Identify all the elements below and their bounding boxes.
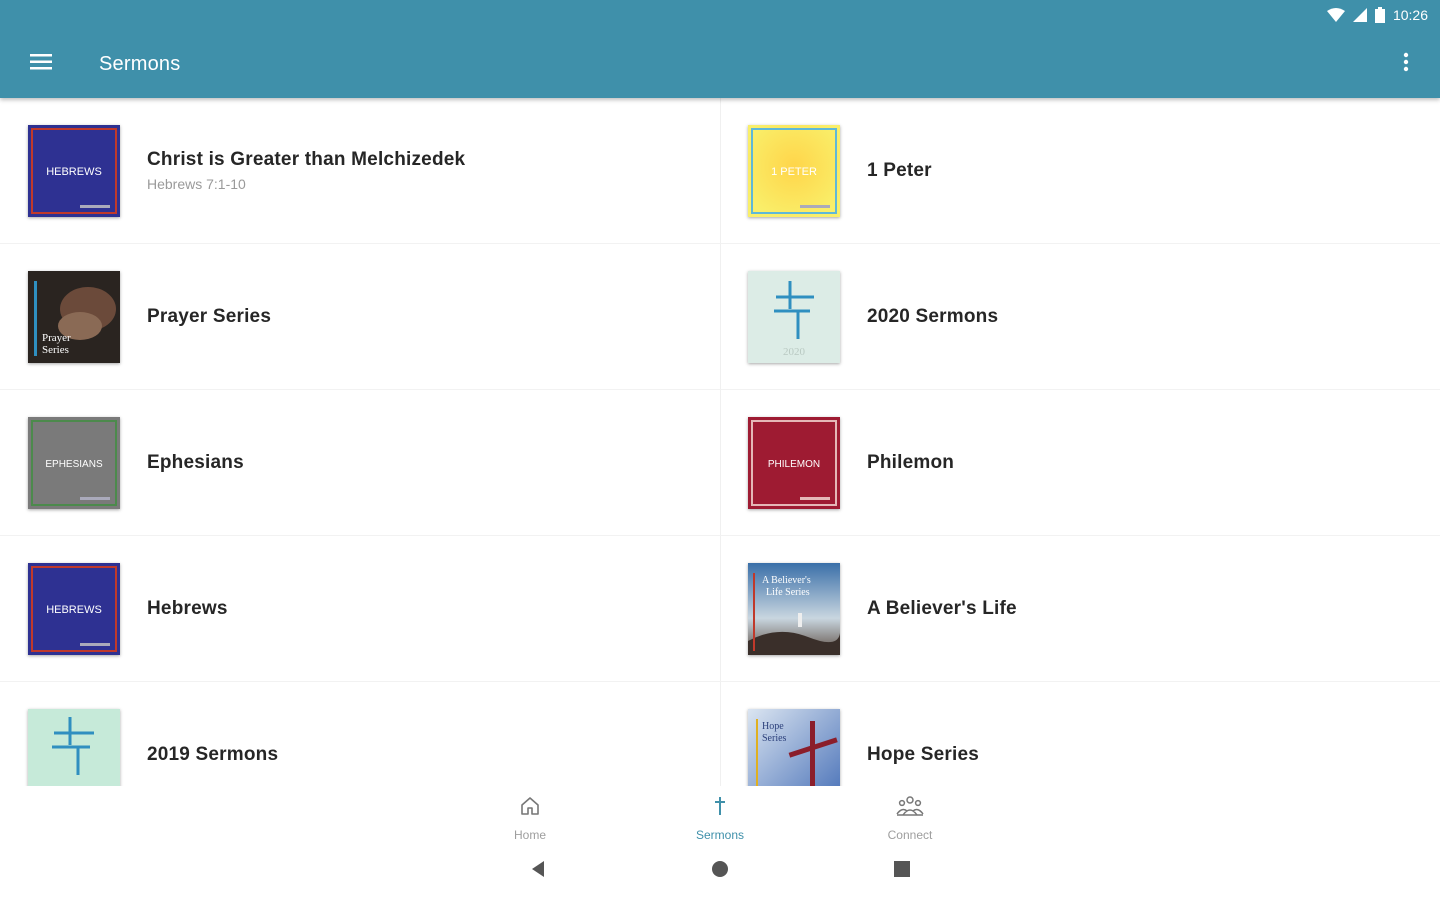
app-bar: Sermons <box>0 30 1440 98</box>
sermon-thumbnail-ephesians: EPHESIANS <box>28 416 120 509</box>
sermon-thumbnail-believers-life: A Believer's Life Series <box>748 562 840 655</box>
svg-text:PHILEMON: PHILEMON <box>768 459 820 470</box>
system-navigation-bar <box>0 842 1440 900</box>
sermon-item[interactable]: 2019 Sermons <box>0 682 721 786</box>
nav-sermons-label: Sermons <box>695 828 745 842</box>
wifi-icon <box>1326 8 1345 22</box>
svg-text:A Believer's: A Believer's <box>762 575 811 586</box>
status-time: 10:26 <box>1392 7 1428 23</box>
nav-sermons[interactable]: Sermons <box>625 786 815 842</box>
system-home-button[interactable] <box>629 842 811 900</box>
recents-square-icon <box>893 860 911 883</box>
hamburger-icon <box>30 53 52 76</box>
svg-text:Hope: Hope <box>762 721 784 732</box>
sermon-item[interactable]: PHILEMON Philemon <box>721 390 1440 536</box>
page-title: Sermons <box>99 52 181 75</box>
overflow-menu-button[interactable] <box>1388 39 1424 89</box>
sermon-thumbnail-2020: 2020 <box>748 270 840 363</box>
sermon-item[interactable]: HEBREWS Christ is Greater than Melchized… <box>0 98 721 244</box>
svg-text:1 PETER: 1 PETER <box>771 166 817 178</box>
signal-icon <box>1352 8 1367 22</box>
sermon-thumbnail-philemon: PHILEMON <box>748 416 840 509</box>
sermon-title: 2019 Sermons <box>147 743 279 765</box>
svg-text:Life Series: Life Series <box>766 587 810 598</box>
sermon-title: Hebrews <box>147 597 228 619</box>
status-bar: 10:26 <box>1326 0 1440 30</box>
system-recents-button[interactable] <box>811 842 993 900</box>
bottom-navigation: Home Sermons Connect <box>0 786 1440 842</box>
cross-icon <box>708 794 732 823</box>
sermon-thumbnail-1-peter: 1 PETER <box>748 124 840 217</box>
sermon-item[interactable]: A Believer's Life Series A Believer's Li… <box>721 536 1440 682</box>
sermon-thumbnail-prayer-series: Prayer Series <box>28 270 120 363</box>
sermon-title: Hope Series <box>867 743 980 765</box>
app-bar-container: 10:26 Sermons <box>0 0 1440 98</box>
sermon-title: 1 Peter <box>867 159 932 181</box>
home-icon <box>518 794 542 823</box>
sermon-item[interactable]: EPHESIANS Ephesians <box>0 390 721 536</box>
sermon-item[interactable]: 1 PETER 1 Peter <box>721 98 1440 244</box>
sermon-title: Philemon <box>867 451 955 473</box>
sermon-item[interactable]: Prayer Series Prayer Series <box>0 244 721 390</box>
sermon-item[interactable]: 2020 2020 Sermons <box>721 244 1440 390</box>
nav-connect[interactable]: Connect <box>815 786 1005 842</box>
svg-text:Prayer: Prayer <box>42 332 71 344</box>
sermon-title: Prayer Series <box>147 305 272 327</box>
sermon-thumbnail-2019 <box>28 708 120 786</box>
sermon-item[interactable]: HEBREWS Hebrews <box>0 536 721 682</box>
menu-button[interactable] <box>16 39 66 89</box>
sermon-title: A Believer's Life <box>867 597 1017 619</box>
svg-text:2020: 2020 <box>783 346 806 358</box>
people-icon <box>895 794 925 823</box>
home-circle-icon <box>711 860 729 883</box>
sermon-grid: HEBREWS Christ is Greater than Melchized… <box>0 98 1440 786</box>
back-triangle-icon <box>529 860 547 883</box>
nav-connect-label: Connect <box>887 828 933 842</box>
nav-home[interactable]: Home <box>435 786 625 842</box>
sermon-thumbnail-hope-series: Hope Series <box>748 708 840 786</box>
sermon-title: Ephesians <box>147 451 244 473</box>
sermon-title: Christ is Greater than Melchizedek <box>147 149 466 170</box>
sermon-thumbnail-hebrews: HEBREWS <box>28 124 120 217</box>
sermon-title: 2020 Sermons <box>867 305 999 327</box>
sermon-item[interactable]: Hope Series Hope Series <box>721 682 1440 786</box>
system-back-button[interactable] <box>447 842 629 900</box>
svg-text:HEBREWS: HEBREWS <box>46 604 102 616</box>
svg-text:Series: Series <box>762 733 787 744</box>
more-vert-icon <box>1403 52 1409 77</box>
nav-home-label: Home <box>513 828 546 842</box>
battery-icon <box>1374 7 1385 23</box>
svg-text:HEBREWS: HEBREWS <box>46 166 102 178</box>
svg-text:Series: Series <box>42 344 69 356</box>
svg-text:EPHESIANS: EPHESIANS <box>45 459 103 470</box>
sermon-thumbnail-hebrews: HEBREWS <box>28 562 120 655</box>
sermon-subtitle: Hebrews 7:1-10 <box>147 176 246 192</box>
